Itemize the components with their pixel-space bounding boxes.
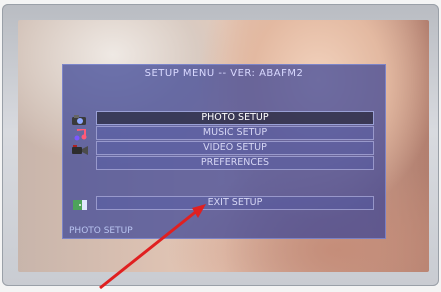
camera-icon <box>71 111 89 125</box>
video-camera-icon <box>71 141 89 155</box>
menu-item-photo-setup[interactable]: PHOTO SETUP <box>96 111 374 125</box>
pointer-arrow-icon <box>99 204 206 290</box>
music-note-icon <box>71 126 89 141</box>
exit-door-icon <box>71 196 89 210</box>
menu-title: SETUP MENU -- VER: ABAFM2 <box>144 68 304 79</box>
menu-item-video-setup[interactable]: VIDEO SETUP <box>96 141 374 155</box>
tv-frame: SETUP MENU -- VER: ABAFM2 PHOTO SETUP MU… <box>2 4 439 286</box>
menu-item-music-setup[interactable]: MUSIC SETUP <box>96 126 374 140</box>
menu-item-preferences[interactable]: PREFERENCES <box>96 156 374 170</box>
tv-screen: SETUP MENU -- VER: ABAFM2 PHOTO SETUP MU… <box>18 20 429 272</box>
